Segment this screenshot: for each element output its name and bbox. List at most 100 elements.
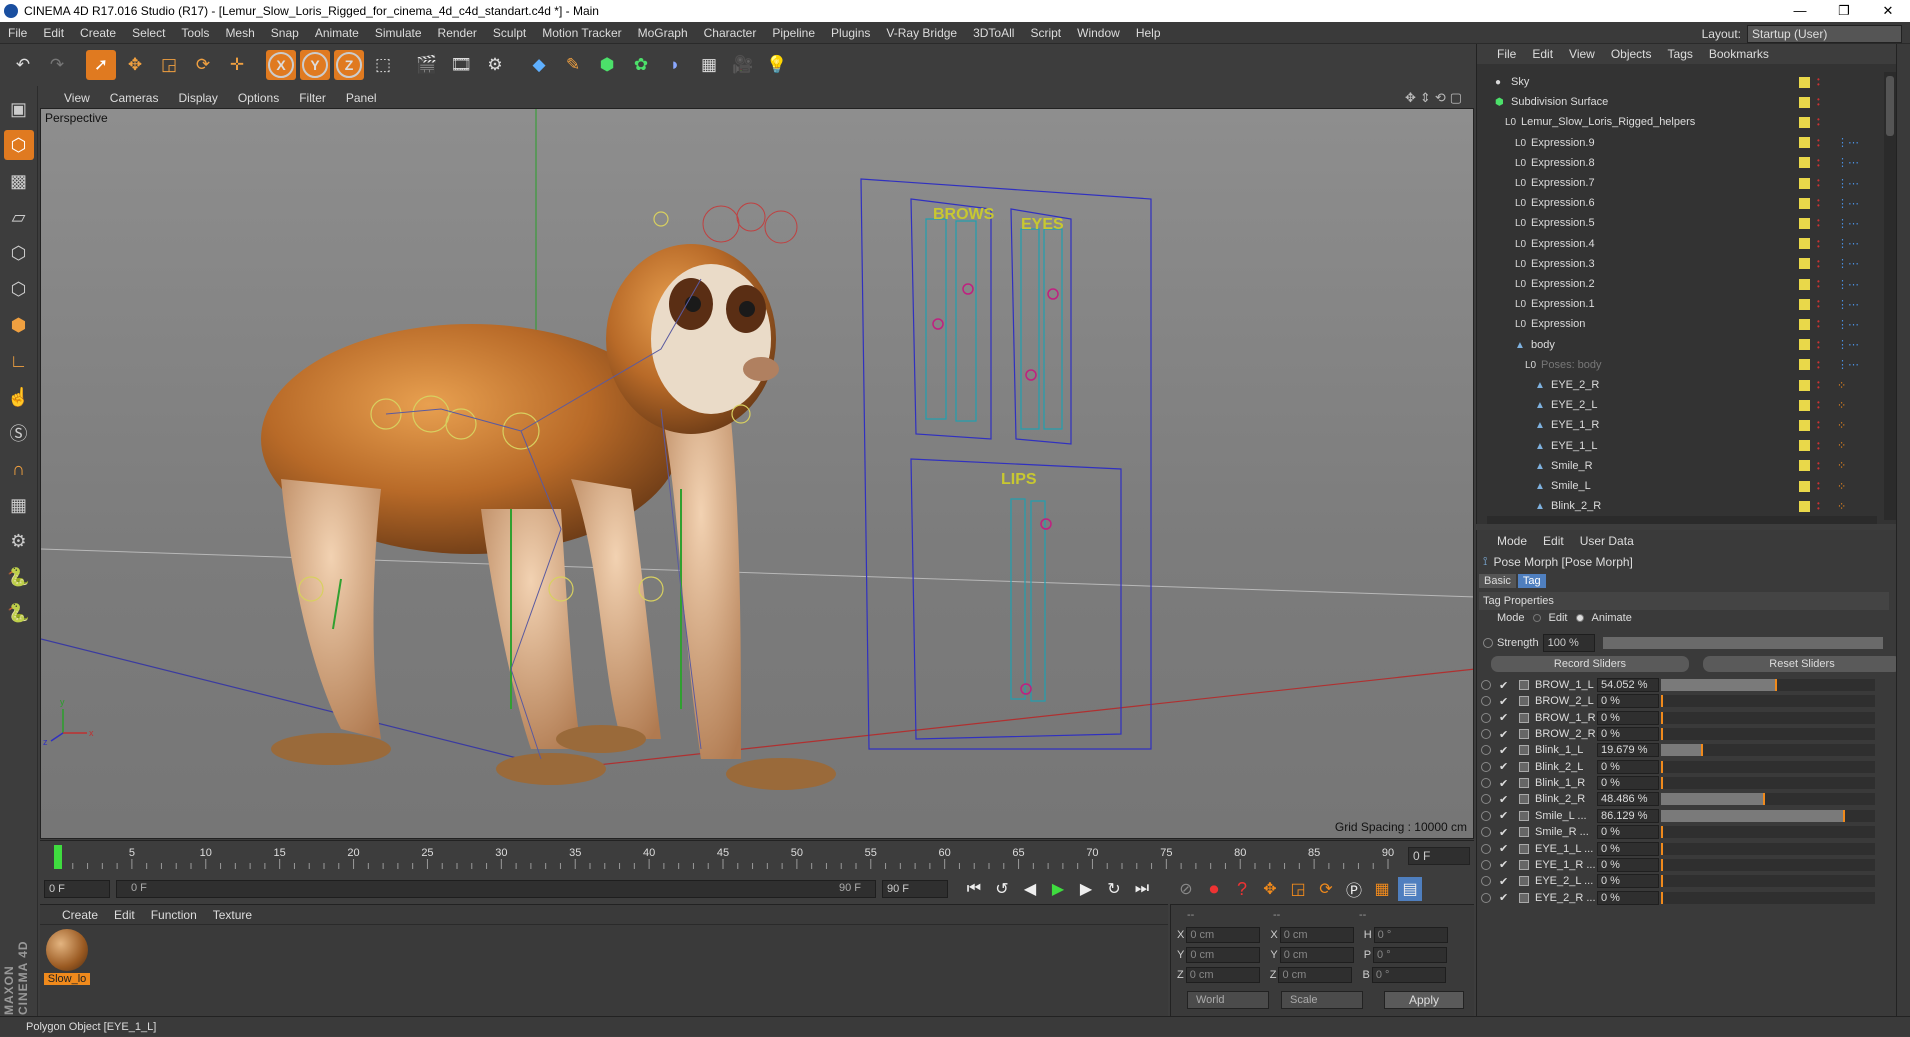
mode-animate-radio[interactable] bbox=[1575, 614, 1584, 622]
anim-toggle-icon[interactable] bbox=[1481, 761, 1491, 772]
morph-value-field[interactable]: 54.052 % bbox=[1597, 678, 1659, 692]
tag-icon[interactable]: ⋮⋯ bbox=[1837, 338, 1859, 351]
enable-checkbox[interactable]: ✔ bbox=[1499, 777, 1513, 790]
object-row[interactable]: L0 Lemur_Slow_Loris_Rigged_helpers • • bbox=[1477, 112, 1873, 132]
visibility-dots-icon[interactable]: • • bbox=[1817, 379, 1820, 392]
apply-button[interactable]: Apply bbox=[1384, 991, 1464, 1009]
layer-color-icon[interactable] bbox=[1799, 339, 1810, 351]
layer-color-icon[interactable] bbox=[1799, 238, 1810, 250]
object-row[interactable]: L0 Expression.8 • • ⋮⋯ bbox=[1477, 153, 1873, 173]
strength-field[interactable]: 100 % bbox=[1542, 634, 1595, 652]
object-menu-bookmarks[interactable]: Bookmarks bbox=[1701, 47, 1777, 61]
menu-snap[interactable]: Snap bbox=[263, 26, 307, 40]
visibility-dots-icon[interactable]: • • bbox=[1817, 500, 1820, 513]
object-menu-file[interactable]: File bbox=[1489, 47, 1524, 61]
tag-icon[interactable]: ⋮⋯ bbox=[1837, 358, 1859, 371]
previous-frame-icon[interactable]: ◀ bbox=[1018, 877, 1042, 901]
max-frame-field[interactable]: 90 F bbox=[882, 880, 948, 898]
previous-key-icon[interactable]: ↺ bbox=[990, 877, 1014, 901]
key-parameter-icon[interactable]: Ⓟ bbox=[1342, 877, 1366, 901]
tag-icon[interactable]: ⋮⋯ bbox=[1837, 318, 1859, 331]
undo-icon[interactable]: ↶ bbox=[8, 50, 38, 80]
menu-edit[interactable]: Edit bbox=[35, 26, 72, 40]
timeline-layout-icon[interactable]: ▤ bbox=[1398, 877, 1422, 901]
anim-toggle-icon[interactable] bbox=[1481, 778, 1491, 789]
go-to-end-icon[interactable]: ⏭ bbox=[1130, 877, 1154, 901]
enable-checkbox[interactable]: ✔ bbox=[1499, 842, 1513, 855]
spline-pen-icon[interactable]: ✎ bbox=[558, 50, 588, 80]
edges-mode-icon[interactable]: ⬡ bbox=[4, 274, 34, 304]
object-row[interactable]: L0 Expression.4 • • ⋮⋯ bbox=[1477, 234, 1873, 254]
visibility-dots-icon[interactable]: • • bbox=[1817, 136, 1820, 149]
object-row[interactable]: L0 Expression.9 • • ⋮⋯ bbox=[1477, 133, 1873, 153]
position-z-field[interactable]: 0 cm bbox=[1185, 967, 1260, 983]
object-list[interactable]: ● Sky • • ⬢ Subdivision Surface • • L0 Lemur_Slow… bbox=[1477, 72, 1885, 520]
anim-toggle-icon[interactable] bbox=[1481, 729, 1491, 740]
keyframe-selection-icon[interactable]: ⊘ bbox=[1174, 877, 1198, 901]
object-row[interactable]: ● Sky • • bbox=[1477, 72, 1873, 92]
size-z-field[interactable]: 0 cm bbox=[1278, 967, 1353, 983]
next-key-icon[interactable]: ↻ bbox=[1102, 877, 1126, 901]
morph-value-field[interactable]: 0 % bbox=[1597, 890, 1659, 905]
solo-mode-icon[interactable]: Ⓢ bbox=[4, 418, 34, 448]
morph-value-field[interactable]: 0 % bbox=[1597, 694, 1659, 709]
attribute-menu-user-data[interactable]: User Data bbox=[1572, 534, 1642, 548]
tag-icon[interactable]: ⋮⋯ bbox=[1837, 217, 1859, 230]
layer-color-icon[interactable] bbox=[1799, 460, 1810, 472]
snap-icon[interactable]: ∩ bbox=[4, 454, 34, 484]
object-row[interactable]: ▲ EYE_1_L • • ⁘ bbox=[1477, 436, 1873, 456]
anim-toggle-icon[interactable] bbox=[1481, 843, 1491, 854]
anim-toggle-icon[interactable] bbox=[1481, 680, 1491, 690]
visibility-dots-icon[interactable]: • • bbox=[1817, 338, 1820, 351]
anim-toggle-icon[interactable] bbox=[1481, 794, 1491, 805]
workplane-mode-icon[interactable]: ▱ bbox=[4, 202, 34, 232]
points-mode-icon[interactable]: ⬡ bbox=[4, 238, 34, 268]
material-menu-edit[interactable]: Edit bbox=[106, 908, 143, 922]
visibility-dots-icon[interactable]: • • bbox=[1817, 237, 1820, 250]
anim-toggle-icon[interactable] bbox=[1481, 892, 1491, 903]
coord-space-dropdown[interactable]: World bbox=[1187, 991, 1269, 1009]
coordinate-system-icon[interactable]: ⬚ bbox=[368, 50, 398, 80]
visibility-dots-icon[interactable]: • • bbox=[1817, 278, 1820, 291]
menu-plugins[interactable]: Plugins bbox=[823, 26, 878, 40]
menu-simulate[interactable]: Simulate bbox=[367, 26, 430, 40]
render-settings-icon[interactable]: ⚙ bbox=[480, 50, 510, 80]
python-script-2-icon[interactable]: 🐍 bbox=[4, 598, 34, 628]
menu-render[interactable]: Render bbox=[430, 26, 485, 40]
morph-slider-track[interactable] bbox=[1661, 728, 1875, 741]
menu-3dtoall[interactable]: 3DToAll bbox=[965, 26, 1022, 40]
menu-create[interactable]: Create bbox=[72, 26, 124, 40]
tag-icon[interactable]: ⋮⋯ bbox=[1837, 136, 1859, 149]
tweak-mode-icon[interactable]: ☝ bbox=[4, 382, 34, 412]
menu-pipeline[interactable]: Pipeline bbox=[764, 26, 823, 40]
morph-value-field[interactable]: 0 % bbox=[1597, 727, 1659, 742]
layer-color-icon[interactable] bbox=[1799, 480, 1810, 492]
subdivision-generator-icon[interactable]: ⬢ bbox=[592, 50, 622, 80]
tag-icon[interactable]: ⁘ bbox=[1837, 399, 1846, 412]
go-to-start-icon[interactable]: ⏮ bbox=[962, 877, 986, 901]
perspective-viewport[interactable]: BROWS EYES LIPS y x z Perspective Grid S… bbox=[40, 108, 1474, 839]
visibility-dots-icon[interactable]: • • bbox=[1817, 116, 1820, 129]
attribute-menu-mode[interactable]: Mode bbox=[1489, 534, 1535, 548]
material-menu-function[interactable]: Function bbox=[143, 908, 205, 922]
object-row[interactable]: L0 Expression • • ⋮⋯ bbox=[1477, 314, 1873, 334]
morph-slider-track[interactable] bbox=[1661, 695, 1875, 708]
tag-icon[interactable]: ⋮⋯ bbox=[1837, 177, 1859, 190]
object-row[interactable]: L0 Expression.3 • • ⋮⋯ bbox=[1477, 254, 1873, 274]
layout-dropdown[interactable]: Startup (User) bbox=[1747, 25, 1902, 43]
object-menu-tags[interactable]: Tags bbox=[1660, 47, 1701, 61]
tag-icon[interactable]: ⋮⋯ bbox=[1837, 298, 1859, 311]
polygons-mode-icon[interactable]: ⬢ bbox=[4, 310, 34, 340]
tag-icon[interactable]: ⁘ bbox=[1837, 500, 1846, 513]
enable-checkbox[interactable]: ✔ bbox=[1499, 695, 1513, 708]
reset-sliders-button[interactable]: Reset Sliders bbox=[1703, 656, 1901, 672]
visibility-dots-icon[interactable]: • • bbox=[1817, 257, 1820, 270]
make-editable-icon[interactable]: ▣ bbox=[4, 94, 34, 124]
enable-checkbox[interactable]: ✔ bbox=[1499, 891, 1513, 904]
visibility-dots-icon[interactable]: • • bbox=[1817, 96, 1820, 109]
menu-animate[interactable]: Animate bbox=[307, 26, 367, 40]
object-row[interactable]: ▲ EYE_2_L • • ⁘ bbox=[1477, 395, 1873, 415]
key-pla-icon[interactable]: ▦ bbox=[1370, 877, 1394, 901]
current-frame-field[interactable]: 0 F bbox=[44, 880, 110, 898]
morph-slider-track[interactable] bbox=[1661, 891, 1875, 904]
